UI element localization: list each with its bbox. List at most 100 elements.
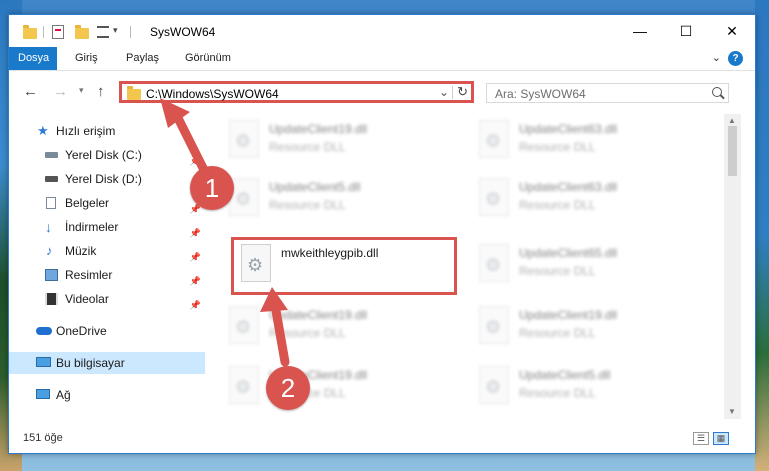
up-button[interactable]: ↑ <box>97 83 105 100</box>
sidebar-item-videos[interactable]: Videolar 📌 <box>9 288 205 310</box>
list-item[interactable]: UpdateClient5.dll Resource DLL <box>219 174 449 222</box>
recent-locations-icon[interactable]: ▾ <box>79 85 84 96</box>
list-item[interactable]: UpdateClient65.dll Resource DLL <box>469 240 699 288</box>
back-button[interactable]: ← <box>23 83 38 100</box>
ribbon: Dosya Giriş Paylaş Görünüm ⌄ ? <box>9 47 755 71</box>
sidebar-item-label: Müzik <box>65 244 97 258</box>
tab-dosya[interactable]: Dosya <box>9 47 57 70</box>
sidebar-item-label: Videolar <box>65 292 109 306</box>
file-type: Resource DLL <box>519 386 596 400</box>
file-name: UpdateClient63.dll <box>519 180 618 194</box>
file-type: Resource DLL <box>269 198 346 212</box>
explorer-window: ▾ SysWOW64 — ☐ ✕ Dosya Giriş Paylaş Görü… <box>8 14 756 454</box>
list-item[interactable]: UpdateClient19.dll Resource DLL <box>219 116 449 164</box>
window-title: SysWOW64 <box>150 25 216 39</box>
navigation-bar: ← → ▾ ↑ C:\Windows\SysWOW64 ⌄ ↻ Ara: Sys… <box>9 71 755 111</box>
tab-gorunum[interactable]: Görünüm <box>176 47 240 70</box>
pin-icon[interactable]: 📌 <box>190 294 201 316</box>
step-1-badge: 1 <box>190 166 234 210</box>
sidebar-item-music[interactable]: ♪ Müzik 📌 <box>9 240 205 262</box>
dll-file-icon <box>229 306 259 344</box>
sidebar-item-pictures[interactable]: Resimler 📌 <box>9 264 205 286</box>
sidebar-item-quick-access[interactable]: ★ Hızlı erişim <box>9 120 205 142</box>
list-item[interactable]: UpdateClient19.dll Resource DLL <box>469 302 699 350</box>
vertical-scrollbar[interactable]: ▲ ▼ <box>724 114 741 419</box>
file-type: Resource DLL <box>519 140 596 154</box>
address-path: C:\Windows\SysWOW64 <box>146 87 279 101</box>
address-bar[interactable]: C:\Windows\SysWOW64 ⌄ ↻ <box>119 81 474 103</box>
address-dropdown-icon[interactable]: ⌄ <box>439 85 449 99</box>
dll-file-icon <box>229 366 259 404</box>
sidebar-item-label: Ağ <box>56 388 71 402</box>
search-input[interactable]: Ara: SysWOW64 <box>486 83 729 103</box>
file-name: UpdateClient65.dll <box>519 246 618 260</box>
large-icons-view-icon[interactable]: ▦ <box>713 432 729 445</box>
scroll-down-arrow[interactable]: ▼ <box>728 407 736 416</box>
sidebar-item-downloads[interactable]: ↓ İndirmeler 📌 <box>9 216 205 238</box>
item-count: 151 öğe <box>23 432 63 444</box>
folder-icon <box>23 25 37 39</box>
ribbon-expand-icon[interactable]: ⌄ <box>712 51 721 64</box>
file-name: UpdateClient5.dll <box>269 180 361 194</box>
sidebar-item-local-disk-d[interactable]: Yerel Disk (D:) 📌 <box>9 168 205 190</box>
list-item[interactable]: UpdateClient63.dll Resource DLL <box>469 116 699 164</box>
pictures-icon <box>45 269 58 281</box>
file-name: UpdateClient19.dll <box>269 122 368 136</box>
file-name: UpdateClient19.dll <box>519 308 618 322</box>
dll-file-icon <box>229 120 259 158</box>
tab-giris[interactable]: Giriş <box>66 47 107 70</box>
sidebar-item-label: OneDrive <box>56 324 107 338</box>
separator <box>452 86 453 99</box>
sidebar-item-label: Resimler <box>65 268 113 282</box>
details-view-icon[interactable]: ☰ <box>693 432 709 445</box>
properties-icon[interactable] <box>52 25 64 39</box>
sidebar-item-network[interactable]: Ağ <box>9 384 205 406</box>
minimize-button[interactable]: — <box>617 15 663 47</box>
sidebar-item-label: Bu bilgisayar <box>56 356 125 370</box>
music-icon: ♪ <box>46 243 53 258</box>
list-item[interactable]: UpdateClient63.dll Resource DLL <box>469 174 699 222</box>
scroll-up-arrow[interactable]: ▲ <box>728 116 736 125</box>
search-icon-handle <box>720 94 725 100</box>
dll-file-icon <box>479 120 509 158</box>
computer-icon <box>36 357 51 367</box>
separator <box>43 26 44 38</box>
desktop-background-right <box>755 0 769 471</box>
documents-icon <box>46 197 56 209</box>
list-item[interactable]: UpdateClient19.dll Resource DLL <box>219 362 449 410</box>
file-type: Resource DLL <box>519 264 596 278</box>
download-icon: ↓ <box>45 219 52 235</box>
file-type: Resource DLL <box>269 140 346 154</box>
sidebar-item-onedrive[interactable]: OneDrive <box>9 320 205 342</box>
target-file-highlight <box>231 237 457 295</box>
sidebar-item-label: Yerel Disk (C:) <box>65 148 142 162</box>
new-folder-icon[interactable] <box>75 25 89 39</box>
file-name: UpdateClient19.dll <box>269 308 368 322</box>
dll-file-icon <box>479 306 509 344</box>
tab-paylas[interactable]: Paylaş <box>117 47 168 70</box>
file-type: Resource DLL <box>269 326 346 340</box>
sidebar-item-label: Hızlı erişim <box>56 124 116 138</box>
status-bar: 151 öğe ☰ ▦ <box>9 427 755 451</box>
refresh-button[interactable]: ↻ <box>457 84 468 100</box>
customize-toolbar-icon[interactable] <box>97 26 109 38</box>
list-item[interactable]: UpdateClient5.dll Resource DLL <box>469 362 699 410</box>
sidebar-item-this-pc[interactable]: Bu bilgisayar <box>9 352 205 374</box>
chevron-down-icon[interactable]: ▾ <box>113 25 118 41</box>
help-icon[interactable]: ? <box>728 51 743 66</box>
search-placeholder: Ara: SysWOW64 <box>495 87 586 101</box>
close-button[interactable]: ✕ <box>709 15 755 47</box>
dll-file-icon <box>479 244 509 282</box>
file-name: UpdateClient63.dll <box>519 122 618 136</box>
scrollbar-thumb[interactable] <box>728 126 737 176</box>
sidebar-item-documents[interactable]: Belgeler 📌 <box>9 192 205 214</box>
drive-icon <box>45 176 58 182</box>
cloud-icon <box>36 327 52 335</box>
separator <box>130 26 131 38</box>
maximize-button[interactable]: ☐ <box>663 15 709 47</box>
list-item[interactable]: UpdateClient19.dll Resource DLL <box>219 302 449 350</box>
forward-button[interactable]: → <box>53 83 68 100</box>
drive-icon <box>45 152 58 158</box>
sidebar-item-local-disk-c[interactable]: Yerel Disk (C:) 📌 <box>9 144 205 166</box>
folder-icon <box>127 86 141 100</box>
